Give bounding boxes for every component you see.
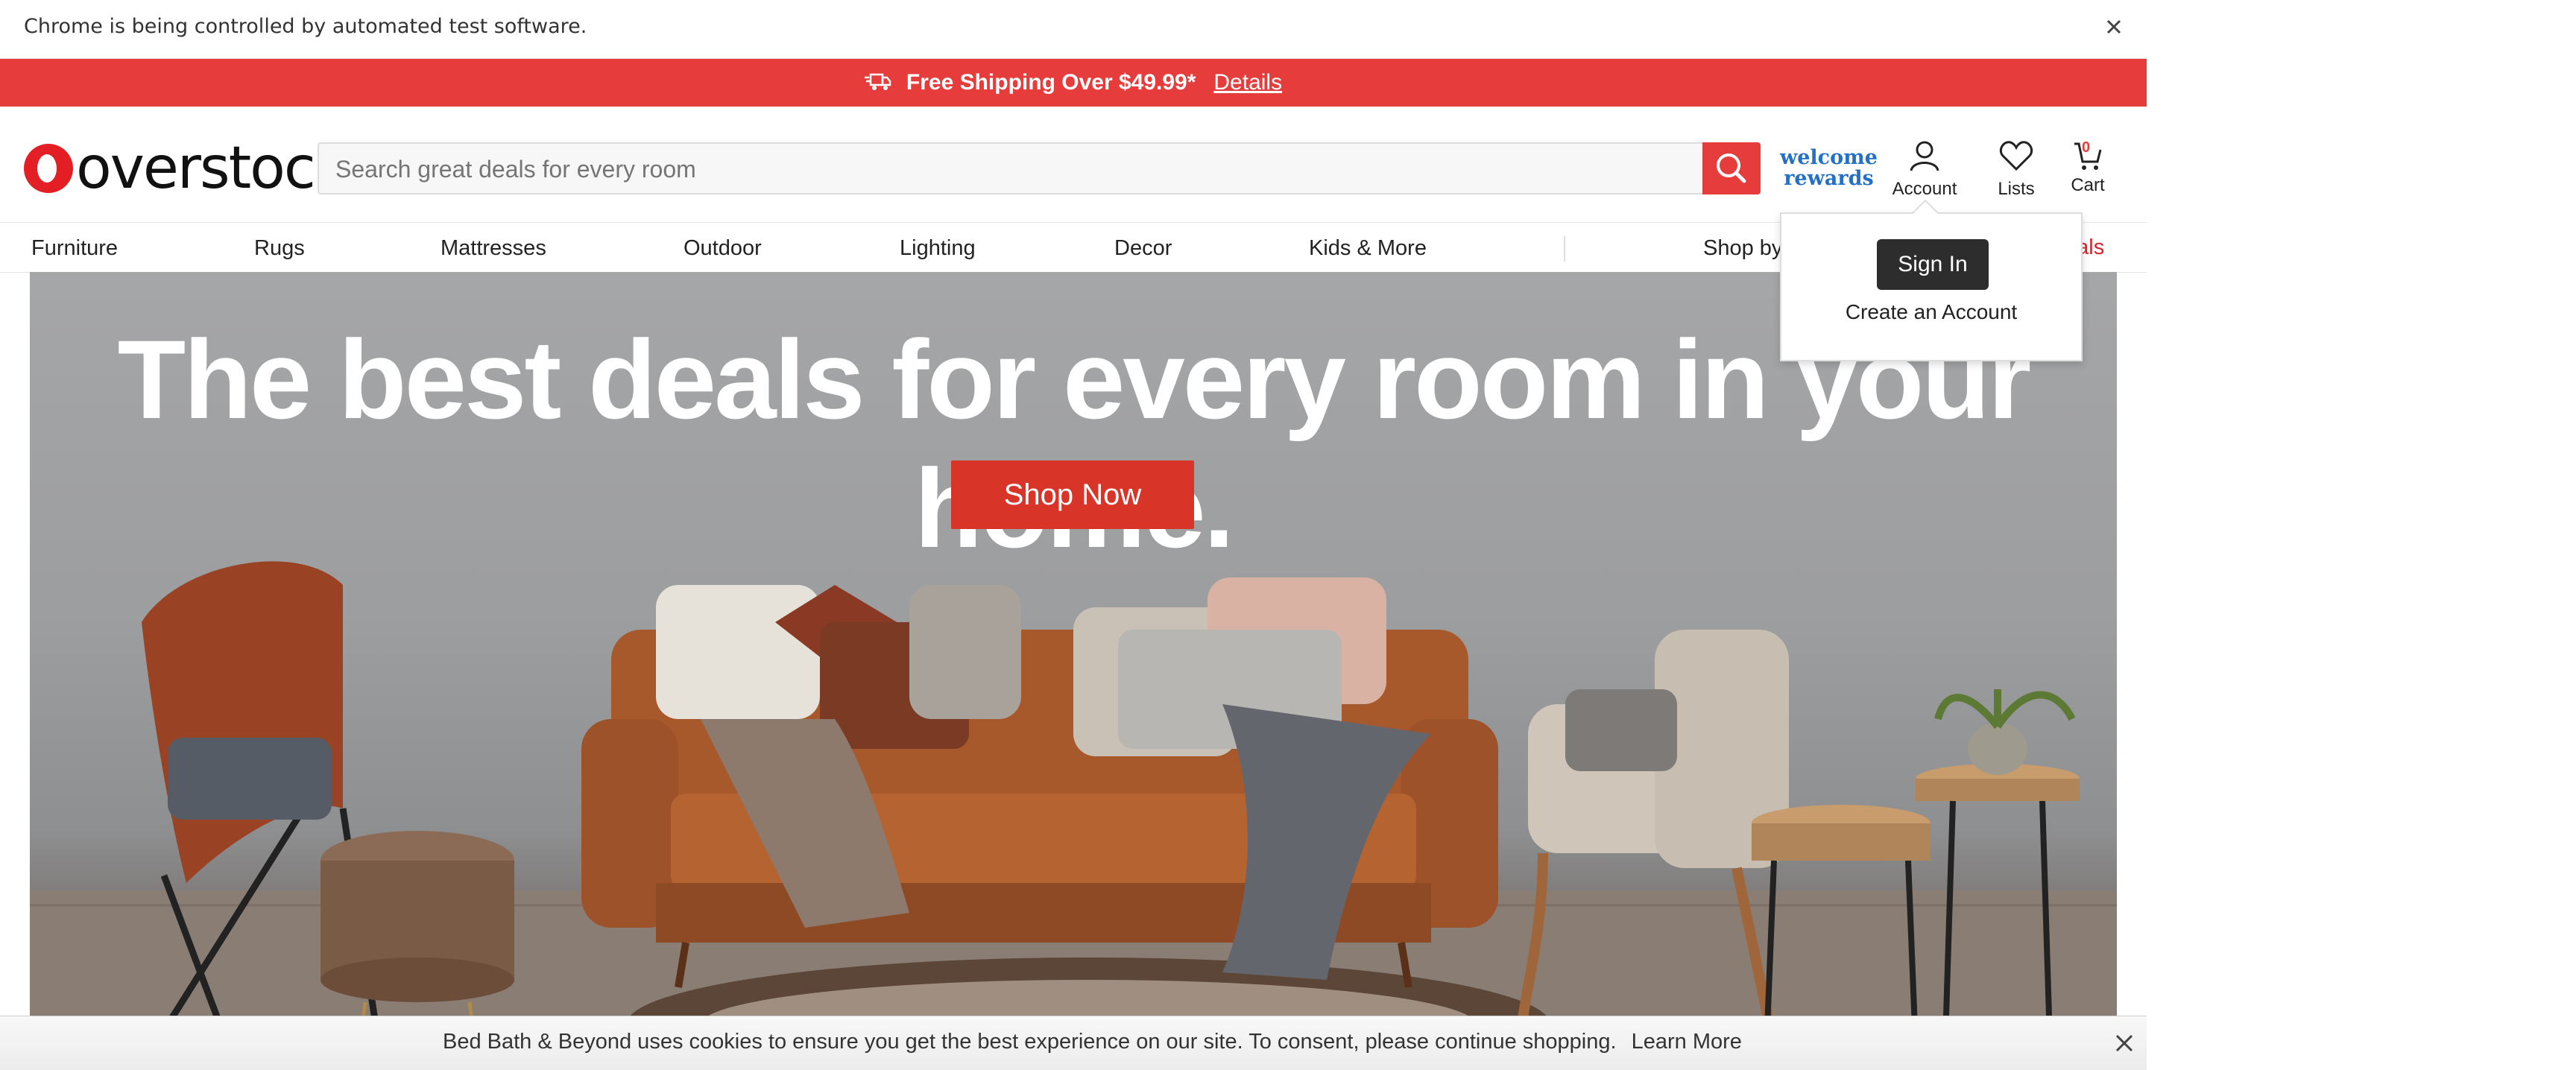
cookie-message: Bed Bath & Beyond uses cookies to ensure… [443, 1030, 1617, 1054]
shop-now-button[interactable]: Shop Now [951, 460, 1194, 529]
overstock-logo[interactable]: overstock. [24, 135, 363, 202]
create-account-link[interactable]: Create an Account [1781, 300, 2081, 324]
lists-label: Lists [1998, 179, 2035, 199]
cart-count-badge: 0 [2082, 139, 2091, 156]
nav-lighting[interactable]: Lighting [900, 236, 976, 261]
nav-shop-by[interactable]: Shop by [1703, 236, 1782, 261]
close-icon[interactable] [2099, 12, 2129, 42]
nav-mattresses[interactable]: Mattresses [441, 236, 546, 261]
cart-button[interactable]: 0 Cart [2051, 139, 2125, 196]
nav-outdoor[interactable]: Outdoor [684, 236, 762, 261]
promo-text: Free Shipping Over $49.99* [906, 70, 1196, 95]
nav-divider [1564, 236, 1565, 262]
automation-infobar: Chrome is being controlled by automated … [0, 0, 2147, 59]
nav-kids-more[interactable]: Kids & More [1309, 236, 1427, 261]
cookie-banner: Bed Bath & Beyond uses cookies to ensure… [0, 1016, 2147, 1070]
cookie-text-wrap: Bed Bath & Beyond uses cookies to ensure… [443, 1030, 1742, 1054]
cart-label: Cart [2071, 175, 2105, 195]
heart-icon [1999, 141, 2033, 171]
search-box [318, 142, 1707, 194]
nav-decor[interactable]: Decor [1114, 236, 1172, 261]
hero-banner: The best deals for every room in your ho… [30, 272, 2117, 1069]
nav-furniture[interactable]: Furniture [31, 236, 118, 261]
promo-banner: Free Shipping Over $49.99* Details [0, 59, 2147, 107]
logo-mark [24, 144, 73, 193]
account-button[interactable]: Account [1887, 139, 1962, 200]
learn-more-link[interactable]: Learn More [1632, 1030, 1742, 1054]
welcome-rewards-logo[interactable]: welcome rewards [1780, 148, 1878, 189]
search-button[interactable] [1702, 142, 1761, 194]
search-icon [1717, 153, 1746, 183]
search-input[interactable] [334, 144, 1679, 194]
close-icon[interactable] [2109, 1028, 2139, 1058]
logo-wordmark: overstock [76, 135, 348, 202]
account-label: Account [1892, 179, 1957, 199]
sign-in-button[interactable]: Sign In [1877, 239, 1989, 290]
site-header: overstock. welcome rewards Account Lists [0, 107, 2147, 222]
account-icon [1910, 141, 1939, 171]
account-dropdown: Sign In Create an Account [1780, 199, 2083, 361]
lists-button[interactable]: Lists [1979, 139, 2053, 200]
nav-rugs[interactable]: Rugs [254, 236, 305, 261]
shipping-truck-icon [864, 73, 891, 90]
infobar-message: Chrome is being controlled by automated … [24, 15, 587, 38]
promo-details-link[interactable]: Details [1213, 70, 1282, 95]
